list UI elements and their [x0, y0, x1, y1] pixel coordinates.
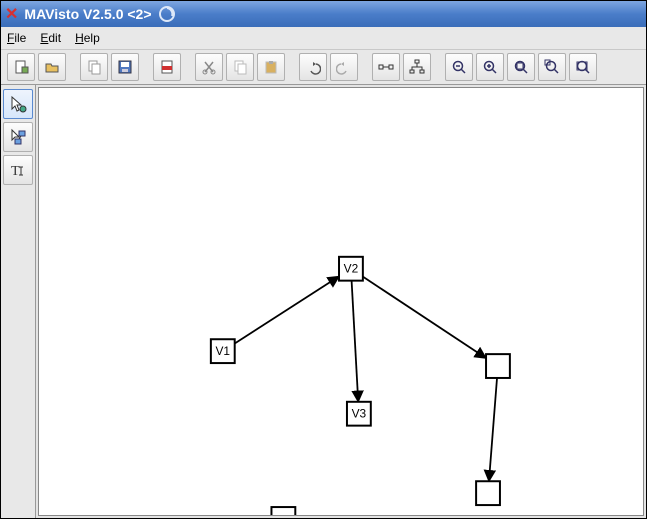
menu-edit[interactable]: Edit [40, 31, 61, 45]
canvas-container: V1 V2 V3 [36, 85, 646, 518]
graph-node[interactable]: V1 [211, 339, 235, 363]
window-title: MAVisto V2.5.0 <2> [24, 6, 151, 22]
graph-node[interactable] [271, 507, 295, 516]
graph-edge[interactable] [235, 276, 339, 343]
new-button[interactable] [7, 53, 35, 81]
save-button[interactable] [111, 53, 139, 81]
app-logo-icon [158, 5, 176, 23]
copy-button[interactable] [80, 53, 108, 81]
tree-button[interactable] [403, 53, 431, 81]
close-icon[interactable]: ✕ [5, 4, 18, 24]
graph-node[interactable] [476, 481, 500, 505]
select-tool-button[interactable] [3, 89, 33, 119]
graph-edge[interactable] [489, 378, 497, 481]
copy2-button[interactable] [226, 53, 254, 81]
pdf-button[interactable] [153, 53, 181, 81]
titlebar[interactable]: ✕ MAVisto V2.5.0 <2> [1, 1, 646, 27]
zoom-in-button[interactable] [476, 53, 504, 81]
redo-button[interactable] [330, 53, 358, 81]
toolbar [1, 50, 646, 85]
graph-edge[interactable] [352, 281, 359, 402]
zoom-full-button[interactable] [569, 53, 597, 81]
graph-node[interactable]: V2 [339, 257, 363, 281]
graph-canvas[interactable]: V1 V2 V3 [38, 87, 644, 516]
app-window: ✕ MAVisto V2.5.0 <2> File Edit Help [0, 0, 647, 519]
text-tool-button[interactable]: T [3, 155, 33, 185]
open-button[interactable] [38, 53, 66, 81]
zoom-out-button[interactable] [445, 53, 473, 81]
tool-sidebar: T [1, 85, 36, 518]
body: T V1 V2 V3 [1, 85, 646, 518]
cut-button[interactable] [195, 53, 223, 81]
node-label: V1 [215, 344, 230, 358]
link-button[interactable] [372, 53, 400, 81]
zoom-fit-button[interactable] [538, 53, 566, 81]
node-label: V2 [344, 262, 359, 276]
graph-edge[interactable] [363, 277, 486, 359]
paste-button[interactable] [257, 53, 285, 81]
node-label: V3 [352, 407, 367, 421]
edge-tool-button[interactable] [3, 122, 33, 152]
svg-text:T: T [11, 164, 20, 179]
zoom-region-button[interactable] [507, 53, 535, 81]
menu-file[interactable]: File [7, 31, 26, 45]
menubar: File Edit Help [1, 27, 646, 50]
graph-node[interactable] [486, 354, 510, 378]
menu-help[interactable]: Help [75, 31, 100, 45]
undo-button[interactable] [299, 53, 327, 81]
graph-node[interactable]: V3 [347, 402, 371, 426]
